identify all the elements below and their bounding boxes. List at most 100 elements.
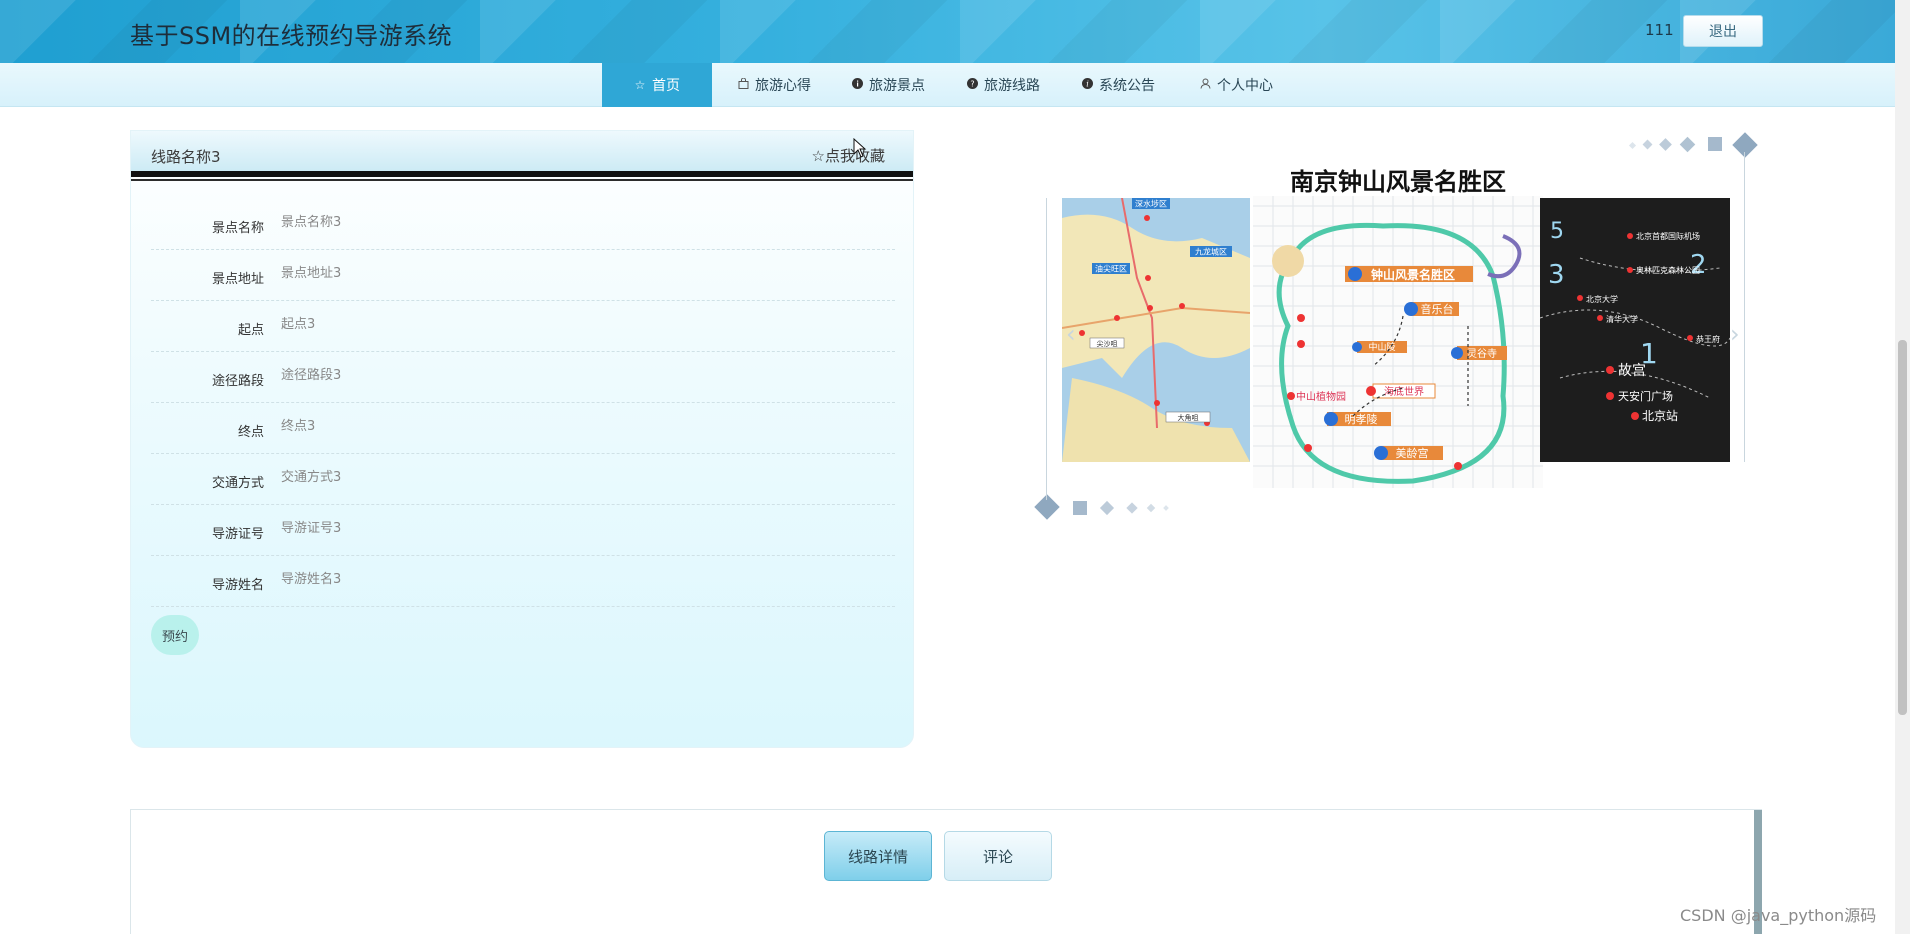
field-row: 终点 终点3 — [151, 403, 895, 454]
map-spot-label: 美龄宫 — [1396, 446, 1429, 460]
decor-square — [1073, 501, 1087, 515]
nav-item-profile[interactable]: 个人中心 — [1186, 63, 1286, 107]
book-button[interactable]: 预约 — [151, 615, 199, 655]
field-value: 起点3 — [281, 317, 316, 332]
decor-diamond — [1126, 502, 1138, 514]
scrollbar-thumb[interactable] — [1898, 340, 1907, 715]
decor-line — [1046, 198, 1047, 500]
decor-diamond — [1163, 505, 1169, 511]
map-spot-label: 中山陵 — [1368, 341, 1395, 353]
watermark-text: CSDN @java_python源码 — [1680, 906, 1877, 925]
svg-text:i: i — [1086, 80, 1089, 89]
map-spot-label: 北京站 — [1642, 409, 1678, 423]
route-name: 线路名称3 — [151, 148, 221, 166]
nav-item-label: 系统公告 — [1099, 78, 1155, 94]
bag-icon — [737, 77, 749, 92]
svg-text:?: ? — [970, 80, 974, 89]
decor-diamond — [1099, 500, 1115, 516]
decor-diamond — [1732, 132, 1758, 158]
decor-diamond — [1642, 139, 1653, 150]
field-label: 景点名称 — [211, 221, 264, 236]
tab-comments[interactable]: 评论 — [944, 831, 1052, 881]
beijing-map-image[interactable]: 5 3 2 1 北京首都国际机场 奥林匹克森林公园 故宫 天安门广场 北京站 北… — [1540, 198, 1730, 462]
field-label: 景点地址 — [211, 272, 264, 287]
field-row: 导游证号 导游证号3 — [151, 505, 895, 556]
nav-item-label: 首页 — [652, 78, 680, 94]
map-spot-label: 中山植物园 — [1296, 390, 1346, 403]
user-icon — [1199, 78, 1211, 92]
nav-item-scenic-spots[interactable]: 旅游景点 — [838, 63, 938, 107]
map-spot-label: 故宫 — [1618, 363, 1646, 379]
map-spot-label: 北京大学 — [1586, 294, 1618, 304]
carousel-prev-arrow[interactable]: ‹ — [1066, 320, 1076, 348]
logout-button[interactable]: 退出 — [1683, 15, 1763, 47]
map-number: 3 — [1548, 260, 1565, 290]
info-icon: i — [1081, 78, 1093, 92]
field-value: 途径路段3 — [281, 368, 342, 383]
field-label: 途径路段 — [211, 374, 264, 389]
nav-item-announcements[interactable]: i 系统公告 — [1068, 63, 1168, 107]
map-label: 九龙城区 — [1195, 247, 1227, 257]
field-label: 导游姓名 — [211, 578, 264, 593]
top-header: 基于SSM的在线预约导游系统 111 退出 — [0, 0, 1895, 63]
favorite-button[interactable]: ☆点我收藏 — [812, 145, 885, 166]
map-label: 油尖旺区 — [1095, 264, 1127, 274]
map-spot-label: 清华大学 — [1606, 314, 1638, 324]
field-value: 交通方式3 — [281, 470, 342, 485]
username-label: 111 — [1645, 21, 1674, 39]
decor-diamond — [1679, 136, 1696, 153]
map-label: 尖沙咀 — [1097, 339, 1118, 348]
map-spot-label: 灵谷寺 — [1467, 348, 1497, 360]
field-row: 导游姓名 导游姓名3 — [151, 556, 895, 607]
field-value: 景点地址3 — [281, 266, 342, 281]
map-number: 2 — [1690, 250, 1707, 280]
map-number: 5 — [1550, 219, 1564, 244]
star-icon: ☆ — [634, 78, 646, 92]
field-row: 起点 起点3 — [151, 301, 895, 352]
field-label: 导游证号 — [211, 527, 264, 542]
field-label: 终点 — [237, 425, 264, 440]
tab-route-detail[interactable]: 线路详情 — [824, 831, 932, 881]
nav-item-label: 旅游景点 — [869, 78, 925, 94]
hong-kong-map-image[interactable]: 深水埗区 九龙城区 油尖旺区 尖沙咀 大角咀 — [1062, 198, 1250, 462]
field-label: 起点 — [237, 323, 264, 338]
image-carousel: 深水埗区 九龙城区 油尖旺区 尖沙咀 大角咀 南京钟山风景名胜区 钟山风景名胜区… — [1030, 130, 1760, 530]
nav-item-routes[interactable]: ? 旅游线路 — [953, 63, 1053, 107]
field-label: 交通方式 — [211, 476, 264, 491]
field-row: 交通方式 交通方式3 — [151, 454, 895, 505]
map-title: 南京钟山风景名胜区 — [1290, 168, 1506, 196]
decor-line — [1744, 152, 1745, 462]
nav-item-travel-notes[interactable]: 旅游心得 — [724, 63, 824, 107]
nanjing-map-image[interactable]: 南京钟山风景名胜区 钟山风景名胜区 音乐台 明孝陵 海底世界 美龄宫 中山植物园… — [1253, 166, 1543, 488]
nav-item-label: 旅游线路 — [984, 78, 1040, 94]
detail-tabs-section: 线路详情 评论 — [130, 809, 1762, 934]
field-value: 景点名称3 — [281, 215, 342, 230]
field-value: 导游证号3 — [281, 521, 342, 536]
map-spot-label: 天安门广场 — [1618, 389, 1673, 403]
main-nav: ☆ 首页 旅游心得 旅游景点 ? 旅游线路 i 系统公告 个人中心 — [0, 63, 1895, 107]
mouse-cursor-icon — [853, 137, 867, 163]
decor-diamond — [1034, 494, 1060, 520]
panel-header: 线路名称3 ☆点我收藏 — [131, 131, 913, 181]
decor-square — [1708, 137, 1722, 151]
carousel-next-arrow[interactable]: › — [1730, 320, 1740, 348]
decor-diamond — [1146, 503, 1156, 513]
map-label: 大角咀 — [1178, 413, 1199, 422]
info-icon — [851, 78, 863, 92]
map-spot-label: 海底世界 — [1384, 385, 1424, 398]
decor-diamond — [1628, 141, 1637, 150]
field-value: 终点3 — [281, 419, 316, 434]
field-list: 景点名称 景点名称3 景点地址 景点地址3 起点 起点3 途径路段 途径路段3 … — [151, 199, 895, 607]
nav-item-label: 个人中心 — [1217, 78, 1273, 94]
nav-item-home[interactable]: ☆ 首页 — [602, 63, 712, 107]
route-detail-panel: 线路名称3 ☆点我收藏 景点名称 景点名称3 景点地址 景点地址3 起点 起点3… — [130, 130, 914, 748]
decor-diamond — [1659, 138, 1672, 151]
page-scrollbar[interactable] — [1895, 0, 1910, 934]
field-value: 导游姓名3 — [281, 572, 342, 587]
field-row: 景点名称 景点名称3 — [151, 199, 895, 250]
field-row: 景点地址 景点地址3 — [151, 250, 895, 301]
question-icon: ? — [966, 78, 978, 92]
map-spot-label: 奥林匹克森林公园 — [1636, 265, 1700, 275]
map-spot-label: 音乐台 — [1421, 302, 1454, 316]
site-title: 基于SSM的在线预约导游系统 — [130, 22, 453, 50]
